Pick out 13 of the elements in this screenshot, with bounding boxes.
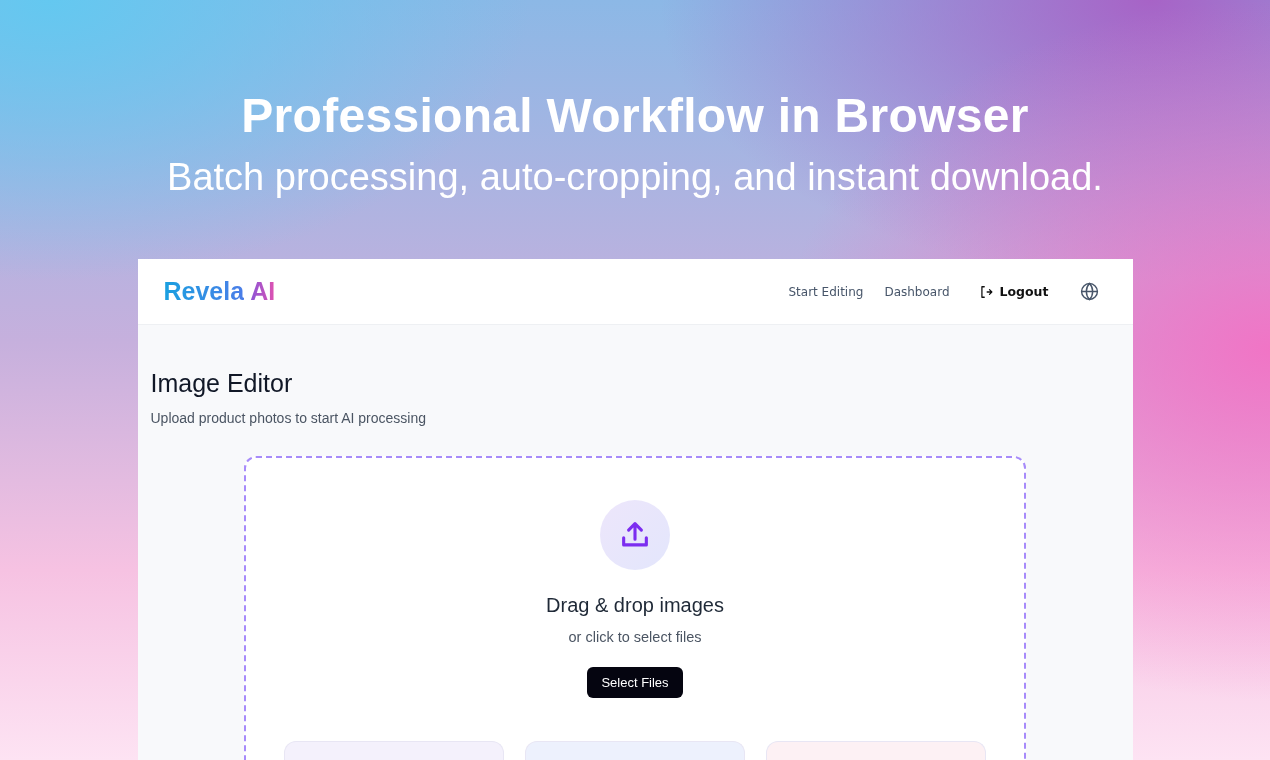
dropzone-hint: or click to select files bbox=[568, 629, 702, 645]
logout-icon bbox=[978, 284, 993, 299]
nav-link[interactable]: Start Editing bbox=[788, 284, 864, 299]
page-title: Image Editor bbox=[150, 369, 294, 398]
hero-subtitle: Batch processing, auto-cropping, and instant download. bbox=[167, 155, 1103, 200]
hero-title: Professional Workflow in Browser bbox=[240, 88, 1030, 144]
dropzone[interactable]: Drag & drop images or click to select files Select Files bbox=[244, 456, 1026, 760]
select-files-button[interactable]: Select Files bbox=[587, 667, 683, 698]
logout-button[interactable]: Logout bbox=[978, 284, 1049, 299]
globe-icon[interactable] bbox=[1079, 282, 1099, 301]
page-subtitle: Upload product photos to start AI processing bbox=[150, 410, 427, 426]
dropzone-title: Drag & drop images bbox=[546, 594, 724, 617]
nav-link[interactable]: Dashboard bbox=[884, 284, 950, 299]
